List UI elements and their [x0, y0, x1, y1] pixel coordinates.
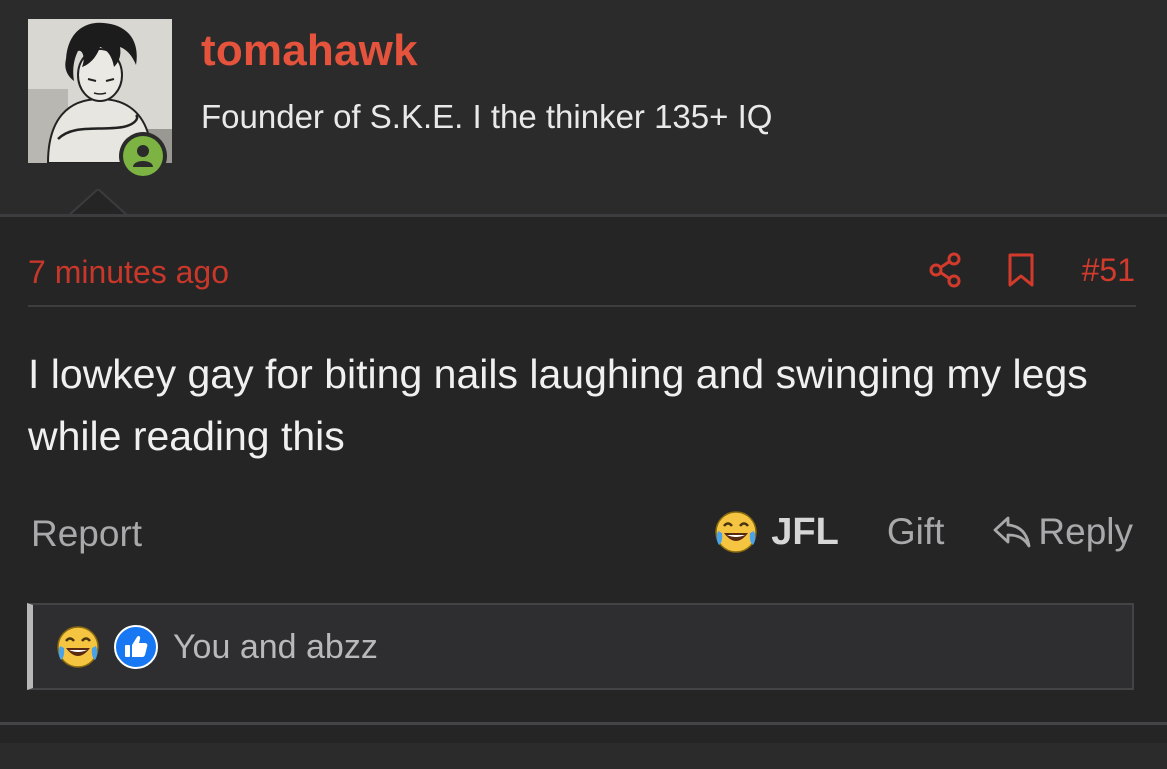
laughing-crying-emoji-icon — [57, 626, 99, 668]
reply-button[interactable]: Reply — [992, 511, 1133, 553]
reactions-text: You and abzz — [173, 627, 378, 666]
post-action-group: JFL Gift Reply — [713, 509, 1133, 555]
post-timestamp[interactable]: 7 minutes ago — [28, 254, 229, 291]
post-page: tomahawk Founder of S.K.E. I the thinker… — [0, 0, 1167, 769]
report-button[interactable]: Report — [31, 513, 142, 555]
share-icon[interactable] — [928, 250, 962, 290]
jfl-label: JFL — [771, 510, 839, 553]
user-title: Founder of S.K.E. I the thinker 135+ IQ — [201, 98, 773, 135]
online-status-badge — [119, 132, 167, 180]
thumbs-up-icon — [114, 625, 158, 669]
next-post-edge — [0, 743, 1167, 769]
footer-divider — [0, 722, 1167, 725]
laughing-crying-emoji-icon — [715, 511, 758, 553]
post-body: I lowkey gay for biting nails laughing a… — [28, 351, 1088, 459]
post-number-link[interactable]: #51 — [1082, 252, 1135, 289]
user-icon — [123, 136, 163, 176]
reactions-summary: You and abzz — [55, 624, 378, 670]
reply-label: Reply — [1038, 511, 1133, 552]
post-meta-actions: #51 — [928, 250, 1135, 290]
gift-button[interactable]: Gift — [887, 511, 945, 553]
reactions-bar[interactable]: You and abzz — [27, 603, 1134, 690]
bookmark-icon[interactable] — [1004, 250, 1038, 290]
reply-arrow-icon — [993, 516, 1031, 548]
header-divider — [0, 214, 1167, 217]
username[interactable]: tomahawk — [201, 26, 418, 76]
user-card: tomahawk Founder of S.K.E. I the thinker… — [0, 0, 1167, 216]
meta-divider — [28, 305, 1136, 307]
jfl-reaction-button[interactable]: JFL — [713, 509, 839, 555]
